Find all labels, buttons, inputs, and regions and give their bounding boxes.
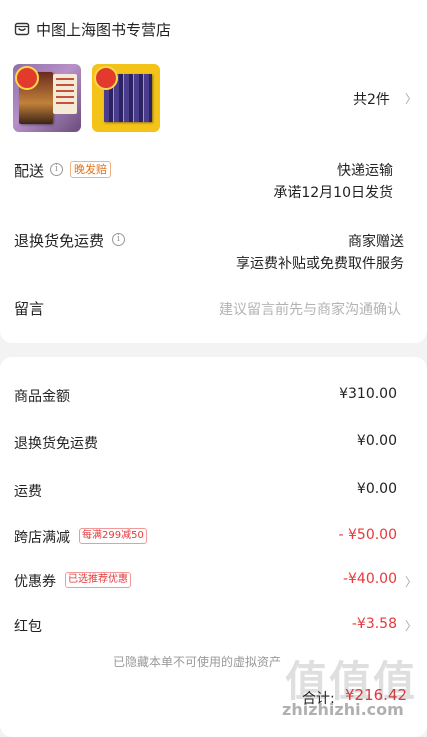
late-compensation-tag: 晚发赔	[70, 161, 111, 178]
product-thumbnail[interactable]	[13, 64, 81, 132]
hidden-assets-note[interactable]: 已隐藏本单不可使用的虚拟资产	[113, 653, 281, 670]
promo-badge-icon	[94, 66, 118, 90]
item-count[interactable]: 共2件	[353, 89, 390, 109]
cross-store-tag: 每满299减50	[79, 528, 147, 544]
coupon-value[interactable]: -¥40.00	[343, 571, 397, 587]
cross-store-discount-value: - ¥50.00	[338, 527, 398, 543]
return-shipping-value: 商家赠送	[348, 234, 404, 250]
watermark-url: zhizhizhi.com	[282, 700, 404, 719]
delivery-label: 配送	[14, 162, 45, 180]
promo-badge-icon	[15, 66, 39, 90]
chevron-right-icon[interactable]: 〉	[405, 617, 417, 634]
info-icon[interactable]: i	[50, 163, 63, 176]
red-packet-value[interactable]: -¥3.58	[352, 616, 397, 632]
delivery-method[interactable]: 快递运输	[337, 160, 393, 180]
coupon-label: 优惠券	[14, 574, 56, 590]
product-thumbnail[interactable]	[92, 64, 160, 132]
return-shipping-label: 退换货免运费	[14, 232, 105, 250]
message-label: 留言	[14, 300, 45, 318]
store-name[interactable]: 中图上海图书专营店	[36, 19, 171, 40]
chevron-right-icon[interactable]: 〉	[405, 573, 417, 590]
info-icon[interactable]: i	[112, 233, 125, 246]
ship-promise: 承诺12月10日发货	[273, 185, 393, 201]
red-packet-label: 红包	[14, 619, 42, 635]
return-fee-label: 退换货免运费	[14, 436, 98, 452]
coupon-tag: 已选推荐优惠	[65, 572, 131, 588]
product-label-image	[53, 74, 77, 114]
goods-amount-label: 商品金额	[14, 389, 70, 405]
return-shipping-desc: 享运费补贴或免费取件服务	[236, 256, 404, 272]
goods-amount-value: ¥310.00	[339, 386, 397, 402]
shipping-fee-label: 运费	[14, 484, 42, 500]
store-icon	[14, 22, 30, 36]
return-fee-value: ¥0.00	[356, 433, 397, 449]
cross-store-discount-label: 跨店满减	[14, 530, 70, 546]
order-card: 中图上海图书专营店 共2件 〉 配送 i 晚发赔 快递运输 承诺12月10日发货…	[0, 0, 427, 343]
message-input[interactable]: 建议留言前先与商家沟通确认	[219, 299, 401, 319]
chevron-right-icon[interactable]: 〉	[405, 90, 417, 107]
shipping-fee-value: ¥0.00	[356, 481, 397, 497]
